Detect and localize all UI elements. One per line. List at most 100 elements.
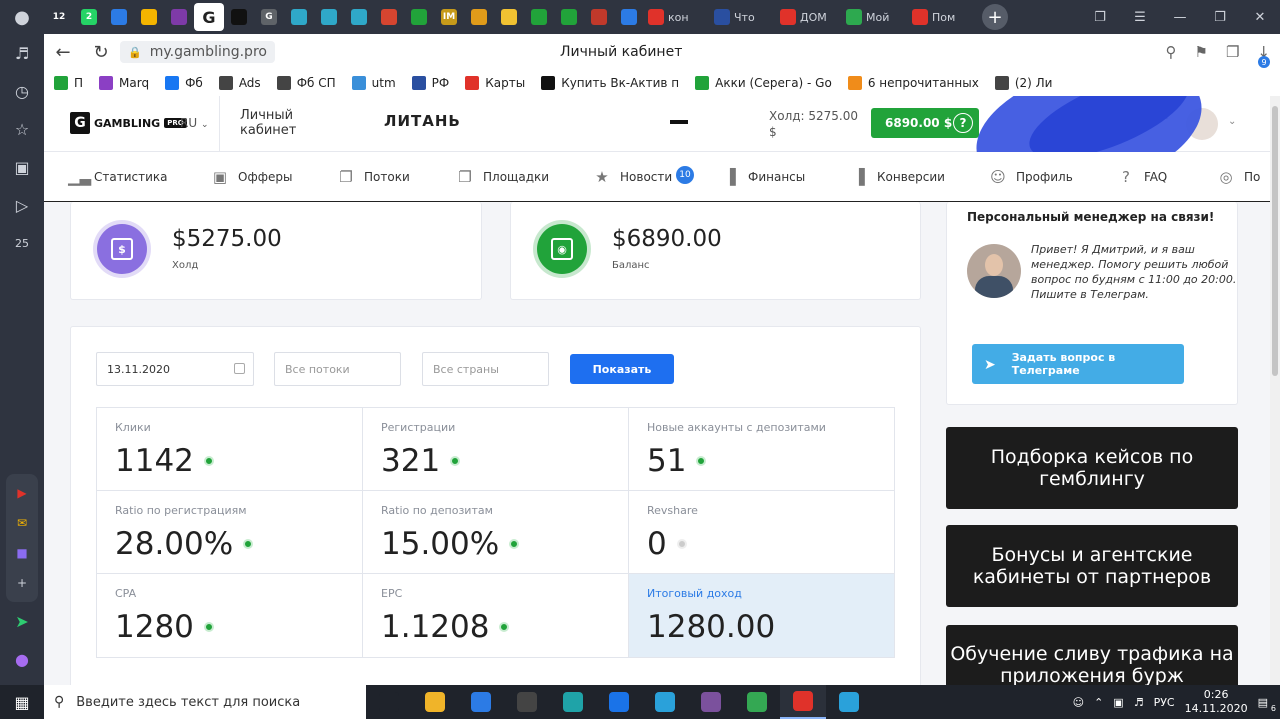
star-icon[interactable]: ☆: [0, 110, 44, 148]
help-icon[interactable]: ?: [953, 113, 973, 133]
browser-tab[interactable]: кон: [644, 3, 710, 31]
play-icon[interactable]: ▷: [0, 186, 44, 224]
browser-tab[interactable]: [584, 3, 614, 31]
extensions-icon[interactable]: ❐: [1226, 43, 1239, 61]
collections-icon[interactable]: ▣: [0, 148, 44, 186]
restore-icon[interactable]: ❐: [1200, 0, 1240, 34]
history-icon[interactable]: ◷: [0, 72, 44, 110]
bookmark-item[interactable]: Карты: [465, 76, 525, 90]
browser-tab[interactable]: [284, 3, 314, 31]
nav-item[interactable]: ★ Новости: [594, 152, 672, 202]
telegram-button[interactable]: ➤ Задать вопрос в Телеграме: [972, 344, 1184, 384]
browser-tab[interactable]: G: [194, 3, 224, 31]
taskbar-app[interactable]: [412, 685, 458, 719]
nav-item[interactable]: ▁▃ Статистика: [68, 152, 168, 202]
bookmark-item[interactable]: П: [54, 76, 83, 90]
nav-item[interactable]: ❐ Потоки: [338, 152, 409, 202]
browser-tab[interactable]: [104, 3, 134, 31]
site-logo[interactable]: G GAMBLING PRO: [70, 112, 187, 134]
language-select[interactable]: RU ⌄: [180, 116, 209, 130]
menu-icon[interactable]: ☰: [1120, 0, 1160, 34]
browser-tab[interactable]: [374, 3, 404, 31]
tabs-icon[interactable]: ❐: [1080, 0, 1120, 34]
bell-icon[interactable]: ♬: [0, 34, 44, 72]
taskbar-app[interactable]: [596, 685, 642, 719]
browser-tab[interactable]: Пом: [908, 3, 974, 31]
browser-tab[interactable]: [134, 3, 164, 31]
show-button[interactable]: Показать: [570, 354, 674, 384]
browser-tab[interactable]: [494, 3, 524, 31]
taskbar-app[interactable]: [688, 685, 734, 719]
banner-bonuses[interactable]: Бонусы и агентские кабинеты от партнеров: [946, 525, 1238, 607]
taskbar-app[interactable]: [780, 685, 826, 719]
taskbar-app[interactable]: [504, 685, 550, 719]
nav-item[interactable]: ? FAQ: [1118, 152, 1167, 202]
browser-tab[interactable]: Что: [710, 3, 776, 31]
banner-cases[interactable]: Подборка кейсов по гемблингу: [946, 427, 1238, 509]
browser-profile-icon[interactable]: ●: [0, 0, 44, 34]
browser-tab[interactable]: [614, 3, 644, 31]
bookmark-item[interactable]: Фб СП: [276, 76, 336, 90]
nav-item[interactable]: ▐ Конверсии: [851, 152, 945, 202]
browser-tab[interactable]: [554, 3, 584, 31]
bookmark-item[interactable]: utm: [351, 76, 396, 90]
browser-tab[interactable]: IM: [434, 3, 464, 31]
browser-tab[interactable]: [314, 3, 344, 31]
chevron-down-icon[interactable]: ⌄: [1228, 116, 1236, 127]
taskbar-app[interactable]: [366, 685, 412, 719]
calendar-icon[interactable]: 25: [0, 224, 44, 262]
windows-start-icon[interactable]: ▦: [0, 685, 44, 719]
browser-tab[interactable]: 12: [44, 3, 74, 31]
bookmark-item[interactable]: Акки (Серега) - Go: [695, 76, 832, 90]
banner-training[interactable]: Обучение сливу трафика на приложения бур…: [946, 625, 1238, 685]
scrollbar-thumb[interactable]: [1272, 106, 1278, 376]
taskbar-app[interactable]: [458, 685, 504, 719]
clock[interactable]: 0:26 14.11.2020: [1185, 688, 1248, 716]
browser-tab[interactable]: [224, 3, 254, 31]
streams-select[interactable]: Все потоки: [274, 352, 401, 386]
nav-item[interactable]: ❐ Площадки: [457, 152, 549, 202]
bookmark-icon[interactable]: ⚑: [1195, 43, 1208, 61]
nav-item[interactable]: ▐ Финансы: [722, 152, 805, 202]
alice-icon[interactable]: ●: [0, 640, 44, 678]
reload-icon[interactable]: ↻: [82, 34, 120, 70]
taskbar-app[interactable]: [826, 685, 872, 719]
new-tab-button[interactable]: +: [982, 4, 1008, 30]
bookmark-item[interactable]: Фб: [165, 76, 203, 90]
messenger-icon[interactable]: ■: [6, 538, 38, 568]
bookmark-item[interactable]: Ads: [218, 76, 261, 90]
taskbar-app[interactable]: [734, 685, 780, 719]
countries-select[interactable]: Все страны: [422, 352, 549, 386]
taskbar-search[interactable]: ⚲ Введите здесь текст для поиска: [44, 685, 366, 719]
chevron-up-icon[interactable]: ⌃: [1094, 696, 1103, 709]
bookmark-item[interactable]: (2) Ли: [994, 76, 1052, 90]
balance-button[interactable]: 6890.00 $ ?: [871, 108, 979, 138]
bookmark-item[interactable]: Marq: [99, 76, 149, 90]
nav-item[interactable]: ▣ Офферы: [212, 152, 293, 202]
volume-icon[interactable]: ♬: [1134, 696, 1144, 709]
browser-tab[interactable]: G: [254, 3, 284, 31]
notifications-icon[interactable]: ▤ 6: [1258, 696, 1276, 713]
add-app-icon[interactable]: +: [6, 568, 38, 598]
alice-send-icon[interactable]: ➤: [0, 602, 44, 640]
browser-tab[interactable]: [344, 3, 374, 31]
taskbar-app[interactable]: [642, 685, 688, 719]
page-scrollbar[interactable]: [1270, 96, 1280, 685]
nav-item[interactable]: ◎ По: [1218, 152, 1260, 202]
browser-tab[interactable]: [164, 3, 194, 31]
bookmark-item[interactable]: РФ: [411, 76, 449, 90]
date-field[interactable]: 13.11.2020: [96, 352, 254, 386]
network-icon[interactable]: ▣: [1113, 696, 1123, 709]
browser-tab[interactable]: Мой: [842, 3, 908, 31]
browser-tab[interactable]: ДОМ: [776, 3, 842, 31]
mail-icon[interactable]: ✉: [6, 508, 38, 538]
bookmark-item[interactable]: 6 непрочитанных: [847, 76, 979, 90]
promo-banner-text[interactable]: ЛИТАНЬ: [384, 112, 461, 130]
youtube-icon[interactable]: ▶: [6, 478, 38, 508]
input-language[interactable]: РУС: [1154, 696, 1175, 709]
browser-tab[interactable]: [404, 3, 434, 31]
people-icon[interactable]: ☺: [1073, 696, 1084, 709]
close-icon[interactable]: ✕: [1240, 0, 1280, 34]
back-icon[interactable]: ←: [44, 34, 82, 70]
browser-tab[interactable]: [524, 3, 554, 31]
